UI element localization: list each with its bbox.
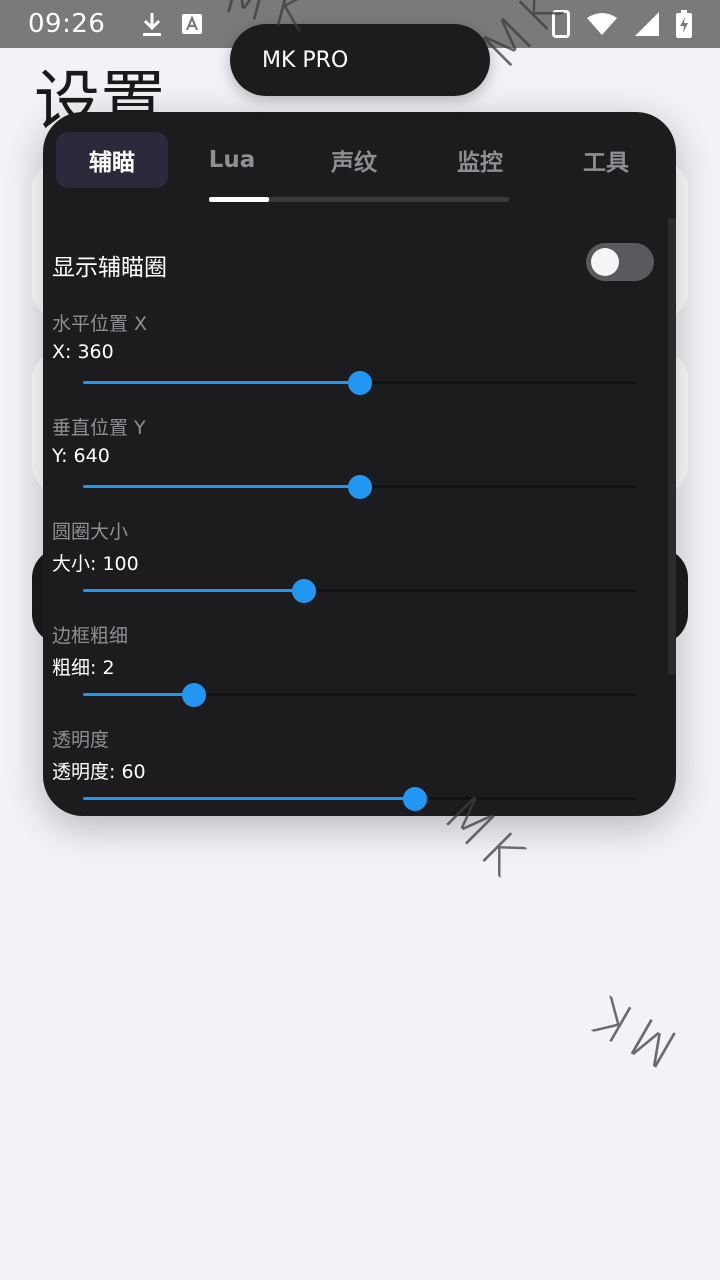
slider-thumb[interactable] bbox=[347, 371, 372, 395]
slider-fill bbox=[83, 693, 194, 696]
slider-thumb[interactable] bbox=[347, 475, 372, 499]
vertical-y-label: 垂直位置 Y bbox=[52, 417, 146, 439]
opacity-slider[interactable] bbox=[83, 787, 636, 811]
wifi-icon bbox=[586, 12, 618, 36]
horizontal-x-label: 水平位置 X bbox=[52, 313, 148, 335]
phone-icon bbox=[552, 10, 570, 38]
slider-fill bbox=[83, 589, 305, 592]
circle-size-label: 圆圈大小 bbox=[52, 521, 129, 543]
status-time: 09:26 bbox=[28, 9, 106, 39]
vertical-y-value: Y: 640 bbox=[52, 445, 110, 467]
slider-fill bbox=[83, 485, 360, 488]
tab-lua[interactable]: Lua bbox=[177, 132, 287, 188]
slider-fill bbox=[83, 381, 360, 384]
font-icon bbox=[181, 13, 203, 35]
toggle-knob bbox=[591, 248, 619, 276]
tab-tools[interactable]: 工具 bbox=[551, 132, 661, 188]
show-circle-toggle[interactable] bbox=[586, 243, 654, 281]
watermark: MK bbox=[580, 981, 690, 1082]
horizontal-x-value: X: 360 bbox=[52, 341, 114, 363]
border-width-value: 粗细: 2 bbox=[52, 657, 115, 679]
horizontal-x-slider[interactable] bbox=[83, 371, 636, 395]
tab-scroll-track bbox=[209, 197, 509, 202]
circle-size-value: 大小: 100 bbox=[52, 553, 139, 575]
slider-thumb[interactable] bbox=[181, 683, 206, 707]
tab-aim[interactable]: 辅瞄 bbox=[56, 132, 168, 188]
tab-monitor[interactable]: 监控 bbox=[425, 132, 535, 188]
vertical-y-slider[interactable] bbox=[83, 475, 636, 499]
border-width-slider[interactable] bbox=[83, 683, 636, 707]
signal-icon bbox=[634, 11, 660, 37]
app-pill[interactable]: MK PRO bbox=[230, 24, 490, 96]
settings-panel: 辅瞄 Lua 声纹 监控 工具 显示辅瞄圈 水平位置 X X: 360 垂直位置 Y… bbox=[43, 112, 676, 816]
pill-label: MK PRO bbox=[262, 47, 349, 73]
show-circle-label: 显示辅瞄圈 bbox=[52, 255, 167, 281]
tab-voiceprint[interactable]: 声纹 bbox=[299, 132, 409, 188]
download-icon bbox=[141, 11, 163, 37]
panel-scrollbar[interactable] bbox=[668, 218, 676, 674]
circle-size-slider[interactable] bbox=[83, 579, 636, 603]
opacity-value: 透明度: 60 bbox=[52, 761, 146, 783]
battery-charging-icon bbox=[676, 10, 692, 38]
border-width-label: 边框粗细 bbox=[52, 625, 129, 647]
slider-fill bbox=[83, 797, 415, 800]
slider-thumb[interactable] bbox=[402, 787, 427, 811]
tab-bar: 辅瞄 Lua 声纹 监控 工具 bbox=[43, 132, 676, 190]
tab-scroll-indicator bbox=[209, 197, 269, 202]
slider-thumb[interactable] bbox=[292, 579, 317, 603]
opacity-label: 透明度 bbox=[52, 729, 110, 751]
